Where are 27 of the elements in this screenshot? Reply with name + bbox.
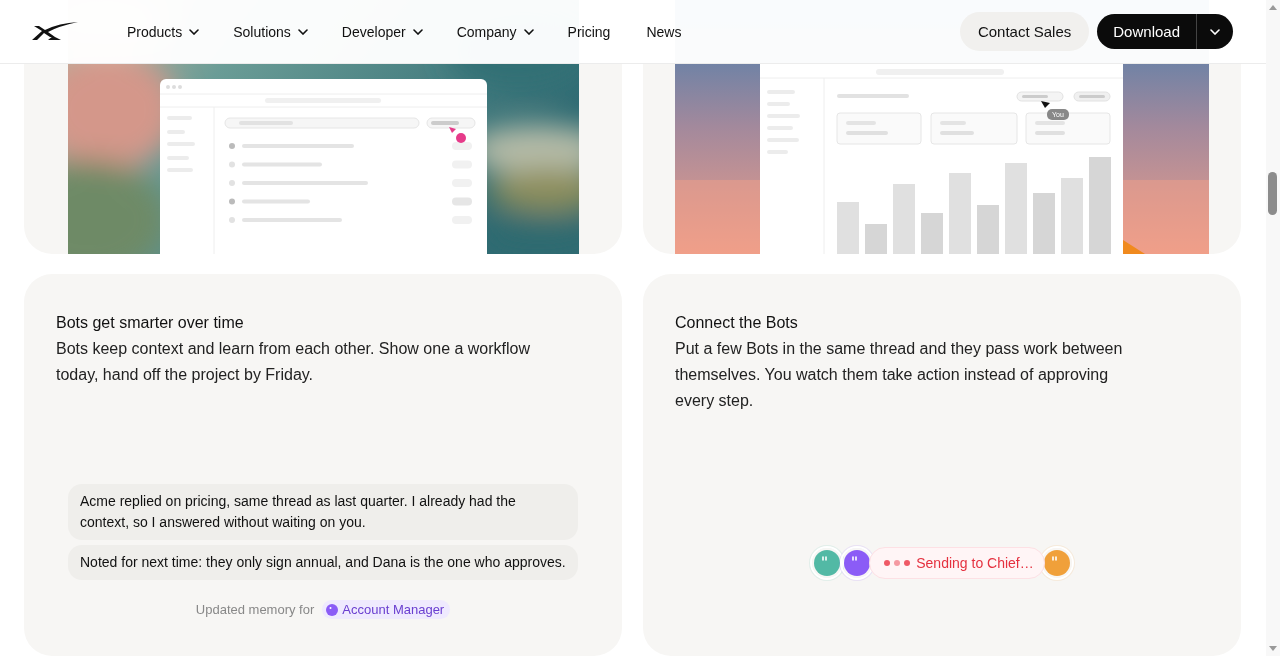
typing-dots-icon (884, 560, 911, 566)
chevron-down-icon (523, 28, 534, 35)
nav-menu-item[interactable]: Solutions (233, 23, 308, 40)
scroll-up-icon[interactable] (1269, 5, 1277, 10)
chevron-down-icon (297, 28, 308, 35)
contact-sales-button[interactable]: Contact Sales (959, 12, 1090, 51)
feature-title: Connect the Bots (675, 313, 799, 333)
nav-menu-item[interactable]: Company (456, 23, 534, 40)
feature-description: Put a few Bots in the same thread and they pass work between themselves. You watch them take action instead of approving every step. (675, 339, 1124, 411)
logo-icon[interactable] (31, 21, 79, 42)
feature-title: Bots get smarter over time (56, 313, 245, 333)
handoff-status: Sending to Chief… (869, 547, 1045, 579)
memory-note: Updated memory for (195, 602, 315, 617)
chevron-down-icon (1210, 28, 1220, 35)
download-button[interactable]: Download (1097, 14, 1197, 49)
scroll-down-icon[interactable] (1269, 646, 1277, 651)
feature-description: Bots keep context and learn from each other. Show one a workflow today, hand off the project by Friday. (56, 339, 532, 385)
scrollbar-thumb[interactable] (1268, 172, 1277, 215)
nav-menu-item[interactable]: Developer (341, 23, 423, 40)
nav-menu-item[interactable]: Products (127, 23, 200, 40)
chat-message: Noted for next time: they only sign annual, and Dana is the one who approves. (68, 545, 578, 580)
chevron-down-icon (189, 28, 200, 35)
nav-menu-item[interactable]: Pricing (567, 23, 611, 40)
chat-message: Acme replied on pricing, same thread as last quarter. I already had the context, so I answered without waiting on you. (68, 484, 578, 540)
nav-menu-item[interactable]: News (646, 23, 682, 40)
agent-tag[interactable]: Account Manager (322, 600, 451, 619)
chevron-down-icon (412, 28, 423, 35)
